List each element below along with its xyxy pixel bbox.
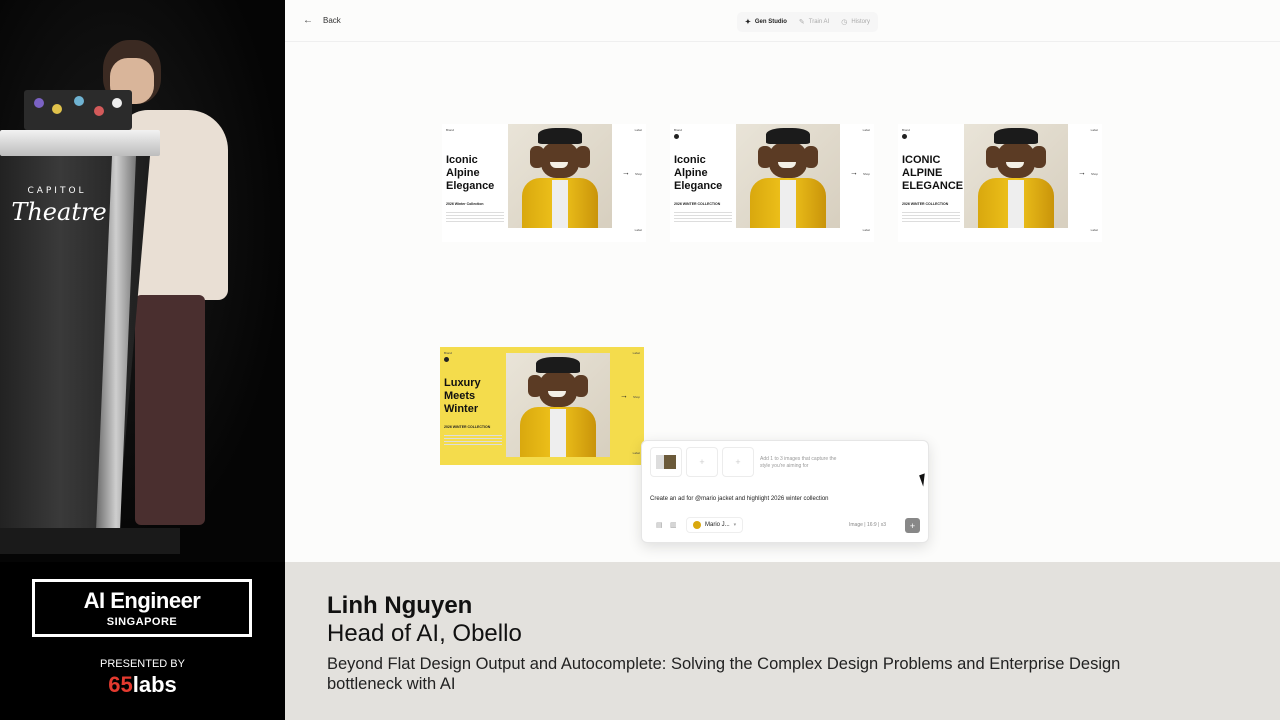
event-logo: AI Engineer SINGAPORE xyxy=(32,579,252,637)
card-body-text xyxy=(674,212,732,222)
ad-variant-card-selected[interactable]: Brand Label Luxury Meets Winter 2026 WIN… xyxy=(440,347,644,465)
card-brand: Brand xyxy=(444,351,453,355)
brand-dot-icon xyxy=(902,134,907,139)
model-photo xyxy=(964,124,1068,228)
wand-icon: ✎ xyxy=(798,19,805,26)
event-branding: AI Engineer SINGAPORE PRESENTED BY 65lab… xyxy=(0,562,285,720)
brand-dot-icon xyxy=(674,134,679,139)
arrow-right-icon: → xyxy=(620,391,628,400)
arrow-right-icon: → xyxy=(850,168,858,177)
plus-icon: + xyxy=(735,457,741,467)
card-subheadline: 2026 WINTER COLLECTION xyxy=(444,425,491,429)
card-brand: Brand xyxy=(674,128,683,132)
card-brand-right: Label xyxy=(1090,128,1098,132)
reference-image-slot[interactable]: + xyxy=(722,447,754,477)
card-cta: Shop xyxy=(862,172,870,176)
card-headline: Iconic Alpine Elegance xyxy=(674,154,723,192)
card-footer: Label xyxy=(862,228,870,232)
card-brand: Brand xyxy=(446,128,455,132)
arrow-left-icon: ← xyxy=(303,15,313,26)
chevron-down-icon: ▾ xyxy=(733,522,737,528)
model-photo xyxy=(508,124,612,228)
card-footer: Label xyxy=(1090,228,1098,232)
model-avatar xyxy=(693,521,701,529)
tab-label: History xyxy=(851,19,870,25)
podium-base xyxy=(0,528,180,554)
back-button[interactable]: ← Back xyxy=(303,15,341,26)
tab-train-ai[interactable]: ✎ Train AI xyxy=(794,15,834,29)
card-brand-right: Label xyxy=(862,128,870,132)
tab-history[interactable]: ◷ History xyxy=(836,15,875,29)
layout-icon[interactable]: ▥ xyxy=(670,521,677,529)
card-cta: Shop xyxy=(632,395,640,399)
card-cta: Shop xyxy=(634,172,642,176)
card-cta: Shop xyxy=(1090,172,1098,176)
card-headline: Iconic Alpine Elegance xyxy=(446,154,495,192)
app-screen: ← Back ✦ Gen Studio ✎ Train AI ◷ History xyxy=(285,0,1280,562)
mode-tabs: ✦ Gen Studio ✎ Train AI ◷ History xyxy=(737,12,878,32)
sponsor-logo: 65labs xyxy=(0,672,285,698)
venue-logo-line1: CAPITOL xyxy=(27,186,87,196)
card-subheadline: 2026 WINTER COLLECTION xyxy=(674,202,721,206)
card-body-text xyxy=(902,212,960,222)
stage-camera-view: CAPITOL Theatre xyxy=(0,0,285,562)
card-brand-right: Label xyxy=(634,128,642,132)
generate-button[interactable]: + xyxy=(905,518,920,533)
lower-third: Linh Nguyen Head of AI, Obello Beyond Fl… xyxy=(285,562,1280,720)
sparkle-icon: ✦ xyxy=(745,19,751,26)
brand-dot-icon xyxy=(444,357,449,362)
prompt-panel: + + Add 1 to 3 images that capture the s… xyxy=(641,440,929,543)
card-brand: Brand xyxy=(902,128,911,132)
ad-variant-card[interactable]: Brand Label Iconic Alpine Elegance 2026 … xyxy=(442,124,646,242)
tab-label: Train AI xyxy=(808,19,830,25)
plus-icon: + xyxy=(699,457,705,467)
model-photo xyxy=(736,124,840,228)
tab-label: Gen Studio xyxy=(754,19,787,25)
sponsor-number: 65 xyxy=(108,672,133,697)
model-photo xyxy=(506,353,610,457)
model-name: Mario J... xyxy=(705,522,730,528)
sponsor-word: labs xyxy=(132,672,177,697)
ad-variant-card[interactable]: Brand Label ICONIC ALPINE ELEGANCE 2026 … xyxy=(898,124,1102,242)
card-body-text xyxy=(446,212,504,222)
venue-logo-line2: Theatre xyxy=(11,198,107,226)
top-bar: ← Back ✦ Gen Studio ✎ Train AI ◷ History xyxy=(285,0,1280,42)
reference-help-text: Add 1 to 3 images that capture the style… xyxy=(760,456,837,469)
reference-thumbnail xyxy=(656,455,676,469)
card-footer: Label xyxy=(632,451,640,455)
output-settings[interactable]: Image | 16:9 | x3 xyxy=(849,522,886,528)
reference-image-slot[interactable]: + xyxy=(686,447,718,477)
laptop xyxy=(24,90,132,130)
reference-image-slot[interactable] xyxy=(650,447,682,477)
card-headline: ICONIC ALPINE ELEGANCE xyxy=(902,154,964,192)
ad-variant-card[interactable]: Brand Label Iconic Alpine Elegance 2026 … xyxy=(670,124,874,242)
tab-gen-studio[interactable]: ✦ Gen Studio xyxy=(740,15,792,29)
card-body-text xyxy=(444,435,502,445)
video-frame: CAPITOL Theatre ← Back ✦ Gen Studio ✎ Tr… xyxy=(0,0,1280,720)
card-footer: Label xyxy=(634,228,642,232)
podium-top xyxy=(0,130,160,156)
clock-icon: ◷ xyxy=(841,19,848,26)
card-subheadline: 2026 WINTER COLLECTION xyxy=(902,202,949,206)
card-brand-right: Label xyxy=(632,351,640,355)
event-title: AI Engineer xyxy=(83,588,201,613)
speaker-role: Head of AI, Obello xyxy=(327,620,522,647)
back-label: Back xyxy=(323,16,341,25)
talk-title: Beyond Flat Design Output and Autocomple… xyxy=(327,655,1121,693)
arrow-right-icon: → xyxy=(1078,168,1086,177)
arrow-right-icon: → xyxy=(622,168,630,177)
image-icon[interactable]: ▤ xyxy=(656,521,663,529)
speaker-legs xyxy=(135,295,205,525)
card-headline: Luxury Meets Winter xyxy=(444,377,481,415)
card-subheadline: 2026 Winter Collection xyxy=(446,202,484,206)
model-selector[interactable]: Mario J... ▾ xyxy=(686,517,744,533)
presented-by: PRESENTED BY xyxy=(100,658,185,670)
speaker-name: Linh Nguyen xyxy=(327,592,473,619)
prompt-input[interactable]: Create an ad for @mario jacket and highl… xyxy=(650,496,829,502)
event-subtitle: SINGAPORE xyxy=(106,616,178,628)
